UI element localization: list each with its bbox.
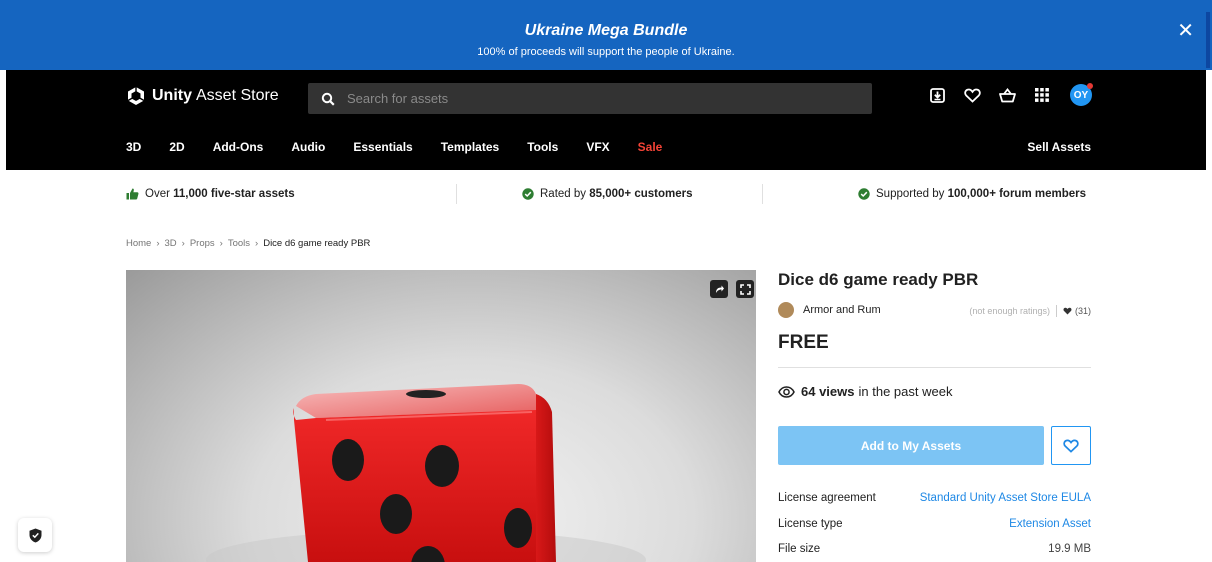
detail-key: License agreement	[778, 492, 876, 504]
breadcrumb: Home › 3D › Props › Tools › Dice d6 game…	[126, 238, 375, 249]
views-info: 64 views in the past week	[778, 384, 952, 399]
trust-item-rated: Rated by 85,000+ customers	[522, 188, 692, 200]
license-type-link[interactable]: Extension Asset	[1009, 518, 1091, 530]
logo-text: Asset Store	[196, 87, 279, 104]
notification-dot	[1087, 83, 1093, 89]
unity-logo[interactable]: Unity Asset Store	[126, 86, 279, 106]
nav-item-essentials[interactable]: Essentials	[353, 140, 412, 154]
rating-text: (not enough ratings)	[969, 306, 1050, 316]
product-title: Dice d6 game ready PBR	[778, 270, 979, 289]
promo-banner[interactable]: Ukraine Mega Bundle 100% of proceeds wil…	[0, 0, 1212, 70]
product-info-panel: Dice d6 game ready PBR Armor and Rum (no…	[778, 270, 1091, 555]
nav-item-templates[interactable]: Templates	[441, 140, 499, 154]
banner-title[interactable]: Ukraine Mega Bundle	[0, 22, 1212, 40]
apps-grid-icon[interactable]	[1033, 86, 1051, 104]
nav-item-audio[interactable]: Audio	[291, 140, 325, 154]
search-input[interactable]	[347, 91, 827, 106]
file-size-value: 19.9 MB	[1048, 543, 1091, 555]
publisher-name[interactable]: Armor and Rum	[803, 304, 881, 316]
detail-row-file-size: File size 19.9 MB	[778, 543, 1091, 555]
breadcrumb-separator: ›	[181, 238, 185, 249]
nav-item-vfx[interactable]: VFX	[586, 140, 609, 154]
dice-image	[206, 384, 646, 562]
breadcrumb-item-props[interactable]: Props	[190, 238, 215, 249]
shield-icon	[29, 528, 41, 542]
breadcrumb-item-home[interactable]: Home	[126, 238, 151, 249]
shield-check-icon	[522, 188, 534, 200]
divider	[456, 184, 457, 204]
share-icon[interactable]	[710, 280, 728, 298]
nav-item-sale[interactable]: Sale	[638, 140, 663, 154]
trust-bar: Over 11,000 five-star assets Rated by 85…	[0, 170, 1212, 218]
nav-item-3d[interactable]: 3D	[126, 140, 141, 154]
wishlist-button[interactable]	[1051, 426, 1091, 465]
search-icon[interactable]	[321, 92, 335, 106]
heart-filled-icon	[1063, 307, 1072, 315]
divider	[1055, 305, 1057, 317]
breadcrumb-item-3d[interactable]: 3D	[165, 238, 177, 249]
avatar-initials: OY	[1073, 89, 1089, 101]
thumbs-up-icon	[126, 188, 139, 200]
sell-assets-link[interactable]: Sell Assets	[1027, 140, 1091, 154]
breadcrumb-item-tools[interactable]: Tools	[228, 238, 250, 249]
views-count: 64 views	[801, 384, 855, 399]
rating-info: (not enough ratings) (31)	[969, 305, 1091, 317]
header-actions: OY	[928, 83, 1093, 106]
product-preview[interactable]	[126, 270, 756, 562]
download-icon[interactable]	[928, 86, 946, 104]
trust-text-prefix: Over	[145, 188, 170, 200]
breadcrumb-separator: ›	[156, 238, 160, 249]
fullscreen-icon[interactable]	[736, 280, 754, 298]
privacy-shield-button[interactable]	[18, 518, 52, 552]
license-agreement-link[interactable]: Standard Unity Asset Store EULA	[920, 492, 1091, 504]
eye-icon	[778, 385, 795, 398]
detail-key: File size	[778, 543, 821, 555]
favorites-count: (31)	[1074, 306, 1091, 316]
price: FREE	[778, 332, 829, 353]
breadcrumb-current: Dice d6 game ready PBR	[263, 238, 371, 249]
scrollbar[interactable]	[1206, 12, 1210, 68]
detail-row-license-agreement: License agreement Standard Unity Asset S…	[778, 492, 1091, 504]
divider	[762, 184, 763, 204]
publisher[interactable]: Armor and Rum	[778, 302, 881, 318]
trust-text-bold: 11,000 five-star assets	[173, 188, 295, 200]
detail-row-license-type: License type Extension Asset	[778, 518, 1091, 530]
detail-key: License type	[778, 518, 843, 530]
heart-icon	[1063, 439, 1079, 453]
trust-text-prefix: Supported by	[876, 188, 945, 200]
breadcrumb-separator: ›	[219, 238, 223, 249]
avatar[interactable]: OY	[1070, 83, 1093, 106]
nav-item-2d[interactable]: 2D	[169, 140, 184, 154]
shield-check-icon	[858, 188, 870, 200]
add-to-my-assets-button[interactable]: Add to My Assets	[778, 426, 1044, 465]
views-period: in the past week	[858, 384, 953, 399]
trust-item-forum: Supported by 100,000+ forum members	[858, 188, 1086, 200]
trust-text-prefix: Rated by	[540, 188, 587, 200]
trust-text-bold: 85,000+ customers	[589, 188, 693, 200]
trust-item-assets: Over 11,000 five-star assets	[126, 188, 295, 200]
breadcrumb-separator: ›	[255, 238, 259, 249]
close-icon[interactable]: ✕	[1177, 18, 1194, 43]
logo-text-bold: Unity	[152, 87, 192, 104]
search-bar[interactable]	[308, 83, 872, 114]
nav-item-add-ons[interactable]: Add-Ons	[213, 140, 264, 154]
publisher-avatar[interactable]	[778, 302, 794, 318]
trust-text-bold: 100,000+ forum members	[947, 188, 1087, 200]
unity-logo-icon	[127, 87, 145, 105]
nav-item-tools[interactable]: Tools	[527, 140, 558, 154]
heart-icon[interactable]	[963, 86, 981, 104]
cart-icon[interactable]	[998, 86, 1016, 104]
divider	[778, 367, 1091, 368]
site-header: Unity Asset Store OY	[6, 70, 1206, 170]
banner-subtitle: 100% of proceeds will support the people…	[477, 46, 735, 58]
category-nav: 3D 2D Add-Ons Audio Essentials Templates…	[126, 140, 690, 154]
